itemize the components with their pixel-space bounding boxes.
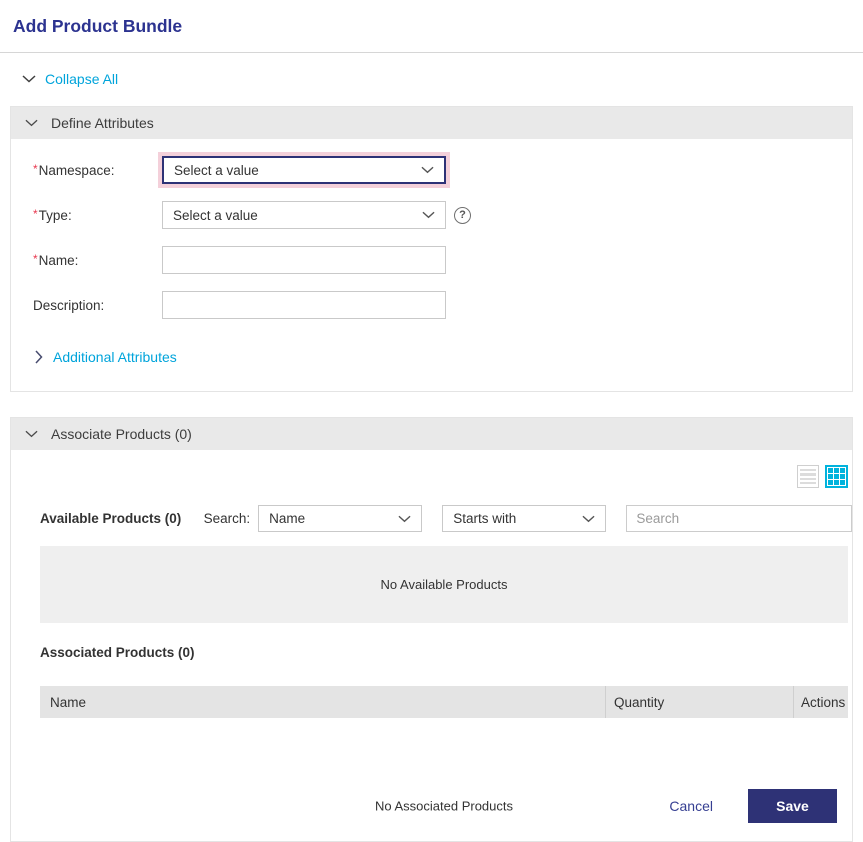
save-button[interactable]: Save (748, 789, 837, 823)
grid-cell (834, 468, 839, 473)
chevron-down-icon (421, 166, 434, 174)
search-field-value: Name (269, 511, 306, 526)
list-bar (800, 477, 816, 480)
panel-gap (0, 392, 863, 417)
available-products-empty-state: No Available Products (40, 546, 848, 623)
chevron-down-icon (25, 119, 38, 127)
additional-attributes-button[interactable]: Additional Attributes (35, 349, 235, 365)
name-input[interactable] (162, 246, 446, 274)
namespace-select[interactable]: Select a value (162, 156, 446, 184)
chevron-down-icon (582, 515, 595, 522)
define-attributes-section: Define Attributes *Namespace: Select a v… (10, 106, 853, 392)
chevron-down-icon (22, 75, 36, 83)
grid-cell (840, 480, 845, 485)
list-bar (800, 473, 816, 476)
define-attributes-body: *Namespace: Select a value *Type: Select… (11, 139, 852, 391)
additional-attributes-label: Additional Attributes (53, 349, 177, 365)
type-row: *Type: Select a value ? (22, 201, 852, 229)
grid-cell (840, 474, 845, 479)
associate-products-section: Associate Products (0) Available Product… (10, 417, 853, 842)
chevron-down-icon (25, 430, 38, 438)
view-toggle (11, 450, 852, 488)
description-label: Description: (33, 297, 105, 313)
collapse-all-label: Collapse All (45, 71, 119, 87)
namespace-select-value: Select a value (174, 162, 259, 178)
cancel-button[interactable]: Cancel (665, 796, 717, 816)
define-attributes-title: Define Attributes (51, 115, 154, 131)
available-empty-text: No Available Products (380, 577, 508, 592)
define-attributes-header[interactable]: Define Attributes (11, 107, 852, 139)
name-label: *Name: (33, 252, 79, 268)
associated-products-table-header: Name Quantity Actions (40, 686, 848, 718)
associate-products-header[interactable]: Associate Products (0) (11, 418, 852, 450)
description-input[interactable] (162, 291, 446, 319)
search-operator-select[interactable]: Starts with (442, 505, 607, 532)
grid-view-icon[interactable] (825, 465, 848, 488)
required-marker: * (33, 207, 38, 221)
name-row: *Name: (22, 246, 852, 274)
footer-row: No Associated Products Cancel Save (11, 789, 852, 823)
grid-cell (834, 474, 839, 479)
column-header-name[interactable]: Name (40, 686, 605, 718)
search-input[interactable] (626, 505, 852, 532)
associated-products-title: Associated Products (0) (40, 645, 195, 660)
associated-empty-text: No Associated Products (374, 798, 514, 814)
list-bar (800, 481, 816, 484)
required-marker: * (33, 162, 38, 176)
column-header-actions[interactable]: Actions (793, 686, 848, 718)
help-icon[interactable]: ? (454, 206, 471, 224)
search-operator-value: Starts with (453, 511, 517, 526)
chevron-down-icon (398, 515, 411, 522)
grid-cell (840, 468, 845, 473)
grid-cell (828, 474, 833, 479)
available-products-controls: Available Products (0) Search: Name Star… (11, 505, 852, 532)
grid-cell (834, 480, 839, 485)
type-select-value: Select a value (173, 207, 258, 223)
help-glyph: ? (459, 209, 466, 221)
list-bar (800, 469, 816, 472)
page-title: Add Product Bundle (13, 15, 183, 36)
namespace-row: *Namespace: Select a value (22, 156, 852, 184)
search-field-select[interactable]: Name (258, 505, 423, 532)
search-label: Search: (203, 511, 251, 526)
available-products-title: Available Products (0) (40, 511, 182, 526)
required-marker: * (33, 252, 38, 266)
grid-cell (828, 480, 833, 485)
chevron-down-icon (422, 211, 435, 219)
grid-cell (828, 468, 833, 473)
namespace-label: *Namespace: (33, 162, 115, 178)
type-label: *Type: (33, 207, 72, 223)
column-header-quantity[interactable]: Quantity (605, 686, 793, 718)
type-select[interactable]: Select a value (162, 201, 446, 229)
description-row: Description: (22, 291, 852, 319)
list-view-icon[interactable] (797, 465, 819, 488)
associate-products-title: Associate Products (0) (51, 426, 192, 442)
collapse-all-button[interactable]: Collapse All (22, 69, 152, 89)
page-header: Add Product Bundle (0, 0, 863, 53)
chevron-right-icon (35, 350, 43, 364)
